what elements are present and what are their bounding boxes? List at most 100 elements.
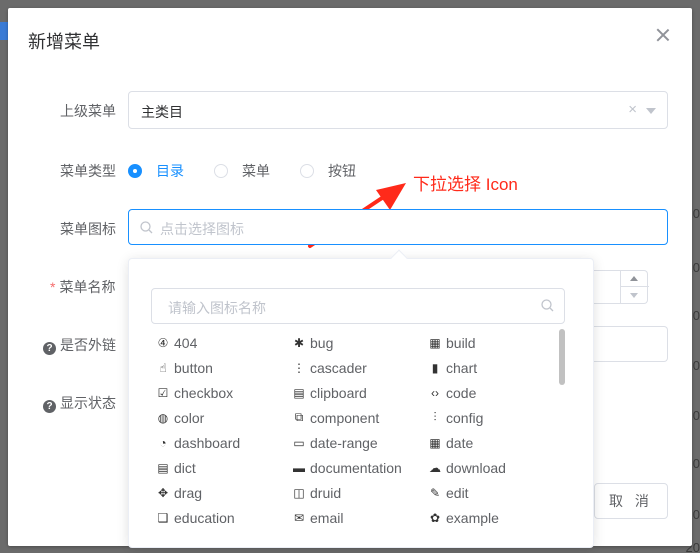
code-icon: ‹› xyxy=(431,385,439,400)
icon-option-download[interactable]: ☁ download xyxy=(427,455,555,480)
dashboard-icon: ◔ xyxy=(159,435,167,450)
icon-option-dashboard[interactable]: ◔ dashboard xyxy=(155,430,291,455)
email-icon: ✉ xyxy=(293,510,305,525)
education-icon: ❑ xyxy=(157,510,169,525)
date-icon: ▦ xyxy=(429,435,441,450)
icon-option-date[interactable]: ▦ date xyxy=(427,430,555,455)
menu-type-label: 菜单类型 xyxy=(60,163,116,179)
icon-option-label: date-range xyxy=(310,434,378,451)
chevron-down-icon xyxy=(646,108,656,114)
icon-option-build[interactable]: ▦ build xyxy=(427,330,555,355)
icon-picker-popover: 请输入图标名称 ④ 404 ✱ bug ▦ build ☝ button ⋮ cascader ▮ c… xyxy=(128,249,594,548)
icon-option-example[interactable]: ✿ example xyxy=(427,505,555,530)
404-icon: ④ xyxy=(157,335,169,350)
external-link-label: ? 是否外链 xyxy=(43,335,116,355)
druid-icon: ◫ xyxy=(293,485,305,500)
component-icon: ⧉ xyxy=(294,410,304,424)
icon-option-label: clipboard xyxy=(310,384,367,401)
icon-option-cascader[interactable]: ⋮ cascader xyxy=(291,355,427,380)
menu-icon-label: 菜单图标 xyxy=(60,221,116,237)
popover-caret xyxy=(390,249,408,267)
icon-option-color[interactable]: ◍ color xyxy=(155,405,291,430)
parent-menu-label: 上级菜单 xyxy=(60,103,116,119)
radio-menu[interactable]: 菜单 xyxy=(214,161,270,181)
chart-icon: ▮ xyxy=(431,360,439,375)
question-icon: ? xyxy=(43,342,56,355)
icon-option-label: 404 xyxy=(174,334,198,351)
documentation-icon: ▬ xyxy=(293,460,305,475)
visible-status-text: 显示状态 xyxy=(60,395,116,411)
icon-option-documentation[interactable]: ▬ documentation xyxy=(291,455,427,480)
icon-option-clipboard[interactable]: ▤ clipboard xyxy=(291,380,427,405)
icon-option-label: email xyxy=(310,509,344,526)
menu-name-text: 菜单名称 xyxy=(59,279,116,295)
stepper-divider xyxy=(621,286,649,287)
cancel-button[interactable]: 取 消 xyxy=(594,483,668,519)
color-icon: ◍ xyxy=(157,410,169,425)
icon-option-email[interactable]: ✉ email xyxy=(291,505,427,530)
icon-option-drag[interactable]: ✥ drag xyxy=(155,480,291,505)
icon-option-druid[interactable]: ◫ druid xyxy=(291,480,427,505)
date-range-icon: ▭ xyxy=(293,435,305,450)
scrollbar-thumb[interactable] xyxy=(559,329,565,385)
download-icon: ☁ xyxy=(429,460,441,475)
radio-label: 按钮 xyxy=(328,163,356,179)
icon-option-component[interactable]: ⧉ component xyxy=(291,405,427,430)
icon-option-label: button xyxy=(174,359,213,376)
icon-option-config[interactable]: ⫶ config xyxy=(427,405,555,430)
icon-option-education[interactable]: ❑ education xyxy=(155,505,291,530)
search-icon xyxy=(541,299,554,312)
icon-option-edit[interactable]: ✎ edit xyxy=(427,480,555,505)
order-stepper[interactable] xyxy=(620,270,649,304)
cascader-icon: ⋮ xyxy=(293,360,305,375)
radio-dot-checked xyxy=(128,164,142,178)
example-icon: ✿ xyxy=(429,510,441,525)
radio-label: 目录 xyxy=(156,163,184,179)
build-icon: ▦ xyxy=(429,335,441,350)
add-menu-dialog: 新增菜单 上级菜单 主类目 × 菜单类型 目录 菜单 按钮 下拉选择 Icon … xyxy=(8,8,692,548)
icon-option-dict[interactable]: ▤ dict xyxy=(155,455,291,480)
icon-select-input[interactable]: 点击选择图标 xyxy=(128,209,668,245)
bug-icon: ✱ xyxy=(293,335,305,350)
icon-option-bug[interactable]: ✱ bug xyxy=(291,330,427,355)
route-input[interactable] xyxy=(588,326,668,362)
icon-option-date-range[interactable]: ▭ date-range xyxy=(291,430,427,455)
close-icon[interactable] xyxy=(656,28,670,42)
icon-option-label: drag xyxy=(174,484,203,501)
icon-input-placeholder: 点击选择图标 xyxy=(160,221,244,237)
config-icon: ⫶ xyxy=(433,410,437,424)
icon-option-checkbox[interactable]: ☑ checkbox xyxy=(155,380,291,405)
icon-option-label: documentation xyxy=(310,459,402,476)
icon-option-button[interactable]: ☝ button xyxy=(155,355,291,380)
decrease-icon[interactable] xyxy=(630,293,638,298)
radio-dot xyxy=(214,164,228,178)
edit-icon: ✎ xyxy=(429,485,441,500)
icon-option-label: chart xyxy=(446,359,478,376)
external-link-text: 是否外链 xyxy=(60,337,116,353)
parent-menu-select[interactable]: 主类目 × xyxy=(128,91,668,129)
menu-name-label: * 菜单名称 xyxy=(50,277,115,297)
radio-button[interactable]: 按钮 xyxy=(300,161,356,181)
icon-option-label: dashboard xyxy=(174,434,241,451)
icon-option-label: bug xyxy=(310,334,334,351)
icon-option-label: education xyxy=(174,509,235,526)
icon-option-label: download xyxy=(446,459,506,476)
icon-option-code[interactable]: ‹› code xyxy=(427,380,555,405)
icon-option-label: dict xyxy=(174,459,196,476)
icon-search-input[interactable]: 请输入图标名称 xyxy=(151,288,565,324)
radio-directory[interactable]: 目录 xyxy=(128,161,184,181)
clear-icon[interactable]: × xyxy=(628,101,637,118)
parent-menu-value: 主类目 xyxy=(141,104,183,120)
icon-option-chart[interactable]: ▮ chart xyxy=(427,355,555,380)
checkbox-icon: ☑ xyxy=(157,385,169,400)
visible-status-label: ? 显示状态 xyxy=(43,393,116,413)
icon-option-label: edit xyxy=(446,484,469,501)
icon-option-404[interactable]: ④ 404 xyxy=(155,330,291,355)
icon-option-label: druid xyxy=(310,484,342,501)
increase-icon[interactable] xyxy=(630,276,638,281)
clipboard-icon: ▤ xyxy=(293,385,305,400)
icon-option-label: build xyxy=(446,334,476,351)
dialog-title: 新增菜单 xyxy=(28,32,100,52)
question-icon: ? xyxy=(43,400,56,413)
drag-icon: ✥ xyxy=(157,485,169,500)
